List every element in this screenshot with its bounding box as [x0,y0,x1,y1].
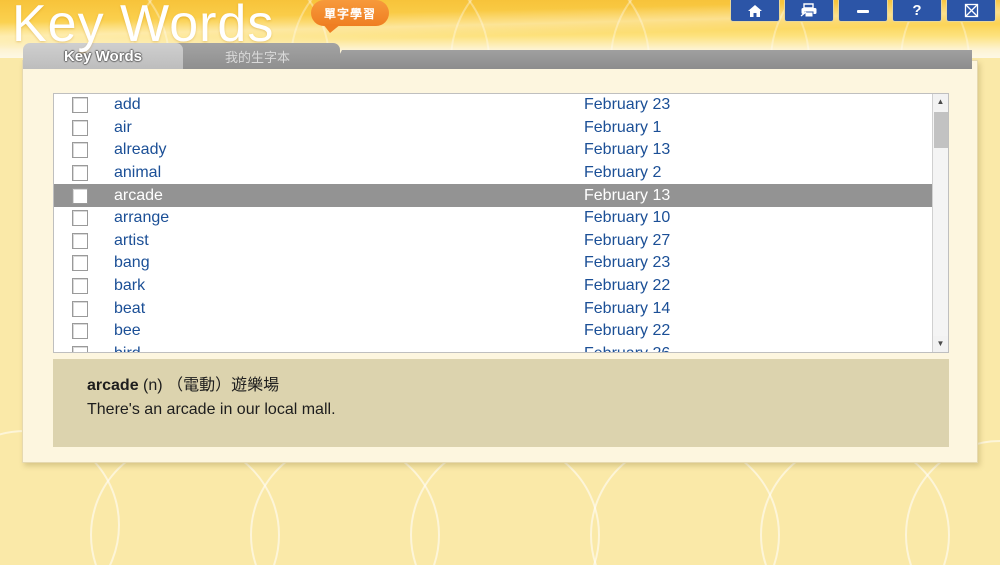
row-date: February 14 [584,299,671,317]
row-date: February 23 [584,96,671,114]
row-date: February 13 [584,186,671,204]
row-checkbox[interactable] [72,323,88,340]
row-checkbox[interactable] [72,165,88,182]
main-panel: Key Words 我的生字本 add February 23 air Februar… [22,43,978,463]
row-word: arcade [114,186,163,204]
table-row[interactable]: birdFebruary 26 [54,343,932,352]
word-list-scrollbar[interactable]: ▲ ▼ [932,94,948,352]
definition-example: There's an arcade in our local mall. [87,401,336,418]
row-word: bird [114,345,584,352]
definition-part-of-speech: (n) [143,377,163,394]
subject-badge-label: 單字學習 [323,6,376,21]
table-row[interactable]: beat February 14 [54,297,932,320]
scrollbar-thumb[interactable] [934,112,948,148]
home-icon [747,4,763,18]
row-word: bee [114,322,141,340]
table-row[interactable]: bee February 22 [54,320,932,343]
home-button[interactable] [730,0,780,22]
row-word: beat [114,299,146,317]
row-checkbox[interactable] [72,345,88,352]
page-title: Key Words [12,0,275,53]
row-checkbox[interactable] [72,187,88,204]
table-row[interactable]: air February 1 [54,117,932,140]
print-button[interactable] [784,0,834,22]
row-word: air [114,118,132,136]
row-date: February 26 [584,345,670,352]
scrollbar-track[interactable] [933,110,948,336]
row-date: February 22 [584,322,671,340]
word-list-body: add February 23 air February 1 already Februa… [54,94,932,352]
tab-bar-filler [332,50,972,69]
row-word: bang [114,254,150,272]
row-checkbox[interactable] [72,300,88,317]
subject-badge: 單字學習 [311,0,389,33]
row-word: bark [114,277,146,295]
row-date: February 1 [584,118,662,136]
definition-panel: arcade (n) （電動）遊樂場 There's an arcade in … [53,359,949,447]
row-word: already [114,141,167,159]
printer-icon [800,3,818,18]
key-words-app: Key Words 單字學習 ? Key Words 我的生字本 add Feb… [0,0,1000,565]
row-checkbox[interactable] [72,97,88,114]
table-row[interactable]: already February 13 [54,139,932,162]
row-date: February 2 [584,164,662,182]
window-controls: ? [730,0,996,22]
close-button[interactable] [946,0,996,22]
definition-word: arcade [87,377,139,394]
close-icon [964,3,979,18]
definition-meaning: （電動）遊樂場 [167,377,280,394]
table-row[interactable]: bark February 22 [54,275,932,298]
row-checkbox[interactable] [72,119,88,136]
row-word: artist [114,231,149,249]
table-row[interactable]: bang February 23 [54,252,932,275]
row-checkbox[interactable] [72,210,88,227]
row-checkbox[interactable] [72,255,88,272]
row-word: add [114,96,141,114]
row-date: February 27 [584,231,671,249]
minimize-icon [855,7,871,15]
bottom-toolbar: W+ ALL [0,465,1000,565]
scroll-up-arrow[interactable]: ▲ [933,94,948,110]
row-checkbox[interactable] [72,278,88,295]
table-row[interactable]: artist February 27 [54,230,932,253]
definition-headword-line: arcade (n) （電動）遊樂場 [87,371,931,395]
row-word: animal [114,164,162,182]
minimize-button[interactable] [838,0,888,22]
question-mark-icon: ? [912,2,922,19]
word-list: add February 23 air February 1 already Februa… [53,93,949,353]
row-checkbox[interactable] [72,232,88,249]
row-date: February 13 [584,141,671,159]
table-row[interactable]: arcade February 13 [54,184,932,207]
help-button[interactable]: ? [892,0,942,22]
table-row[interactable]: arrange February 10 [54,207,932,230]
row-date: February 22 [584,277,671,295]
table-row[interactable]: add February 23 [54,94,932,117]
row-date: February 10 [584,209,671,227]
table-row[interactable]: animal February 2 [54,162,932,185]
scroll-down-arrow[interactable]: ▼ [933,336,948,352]
row-word: arrange [114,209,170,227]
row-date: February 23 [584,254,671,272]
row-checkbox[interactable] [72,142,88,159]
